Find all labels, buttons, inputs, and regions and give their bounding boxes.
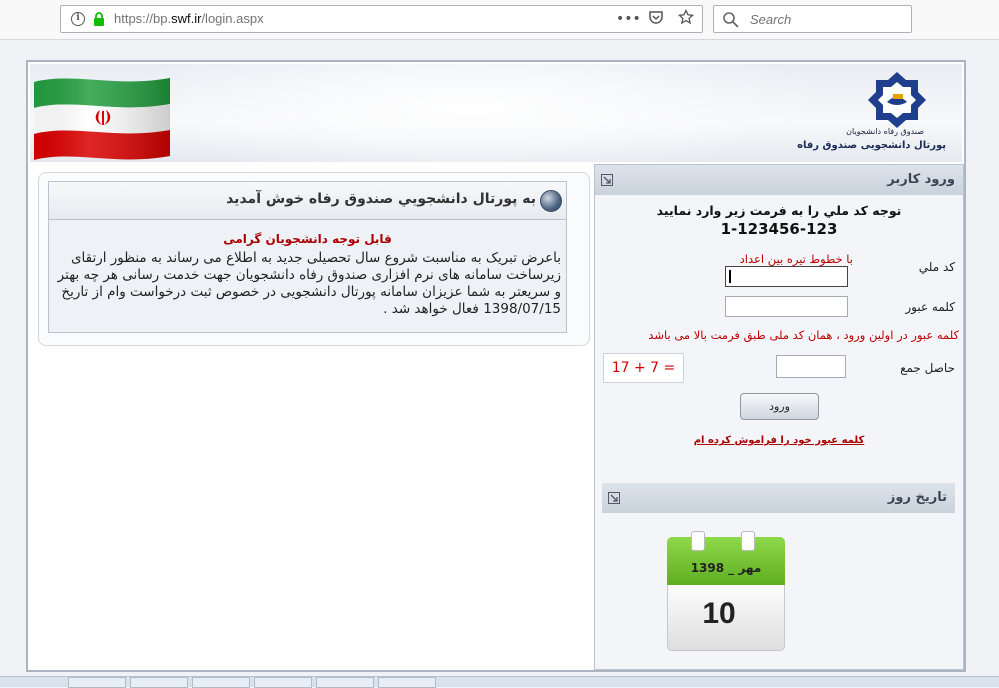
date-panel-title: تاریخ روز — [887, 490, 947, 505]
page-frame: صندوق رفاه دانشجویان پورتال دانشجویی صند… — [26, 60, 966, 672]
login-panel-title: ورود کاربر — [887, 172, 955, 187]
welcome-title: به پورتال دانشجويي صندوق رفاه خوش آمدید — [226, 191, 536, 207]
address-bar[interactable]: i https://bp.swf.ir/login.aspx ••• — [60, 5, 703, 33]
calendar-top: مهر _ 1398 — [667, 531, 785, 585]
welcome-panel: به پورتال دانشجويي صندوق رفاه خوش آمدید … — [38, 172, 590, 346]
calendar-month: مهر _ 1398 — [690, 561, 762, 575]
captcha-input[interactable] — [776, 355, 846, 378]
search-input[interactable]: Search — [713, 5, 912, 33]
collapse-icon[interactable] — [601, 174, 613, 186]
iran-flag-image — [34, 78, 170, 160]
collapse-icon[interactable] — [608, 492, 620, 504]
calendar-day: 10 — [702, 597, 736, 630]
welcome-box: به پورتال دانشجويي صندوق رفاه خوش آمدید … — [48, 181, 567, 333]
pocket-icon[interactable] — [646, 9, 666, 29]
dash-hint: با خطوط تیره بین اعداد — [739, 252, 853, 266]
search-icon — [723, 12, 739, 28]
logo-caption: صندوق رفاه دانشجویان — [846, 127, 924, 136]
taskbar-app-icon[interactable] — [254, 677, 312, 688]
taskbar-app-icon[interactable] — [316, 677, 374, 688]
taskbar — [0, 676, 999, 688]
date-panel-header: تاریخ روز — [602, 483, 955, 513]
bookmark-star-icon[interactable] — [676, 8, 696, 29]
calendar-ring-icon — [691, 531, 705, 551]
page-actions-icon[interactable]: ••• — [616, 9, 641, 29]
password-input[interactable] — [725, 296, 848, 317]
welcome-header: به پورتال دانشجويي صندوق رفاه خوش آمدید — [49, 182, 566, 220]
taskbar-app-icon[interactable] — [192, 677, 250, 688]
portal-title: پورتال دانشجویی صندوق رفاه — [797, 140, 946, 151]
taskbar-app-icon[interactable] — [378, 677, 436, 688]
forgot-password-link[interactable]: کلمه عبور خود را فراموش کرده ام — [595, 435, 963, 446]
swf-logo-icon — [868, 72, 926, 128]
captcha-image: 17 + 7 = — [603, 353, 684, 383]
login-button[interactable]: ورود — [740, 393, 819, 420]
national-code-format: 1-123456-123 — [720, 220, 838, 238]
search-placeholder: Search — [750, 12, 792, 27]
browser-toolbar: i https://bp.swf.ir/login.aspx ••• Searc… — [0, 0, 999, 40]
national-code-label: کد ملي — [918, 260, 955, 274]
url-text: https://bp.swf.ir/login.aspx — [114, 11, 264, 26]
national-code-input[interactable] — [725, 266, 848, 287]
login-instruction: توجه کد ملي را به فرمت زير وارد نماييد — [656, 203, 902, 218]
password-label: کلمه عبور — [905, 300, 955, 314]
calendar-ring-icon — [741, 531, 755, 551]
password-warning: کلمه عبور در اولین ورود ، همان کد ملی طب… — [648, 328, 959, 342]
notice-body: باعرض تبریک به مناسبت شروع سال تحصیلی جد… — [57, 250, 561, 317]
taskbar-app-icon[interactable] — [68, 677, 126, 688]
login-panel-header: ورود کاربر — [595, 165, 963, 195]
info-icon[interactable]: i — [71, 12, 85, 26]
calendar-widget: مهر _ 1398 10 — [667, 531, 785, 651]
calendar-bottom: 10 — [667, 585, 785, 651]
taskbar-app-icon[interactable] — [130, 677, 188, 688]
lock-icon — [94, 12, 104, 26]
sidebar: ورود کاربر توجه کد ملي را به فرمت زير وا… — [594, 164, 964, 670]
notice-title: قابل توجه دانشجویان گرامی — [223, 232, 392, 246]
captcha-label: حاصل جمع — [900, 361, 955, 375]
site-header: صندوق رفاه دانشجویان پورتال دانشجویی صند… — [30, 64, 962, 162]
bullet-icon — [540, 190, 562, 212]
text-cursor — [729, 270, 731, 283]
